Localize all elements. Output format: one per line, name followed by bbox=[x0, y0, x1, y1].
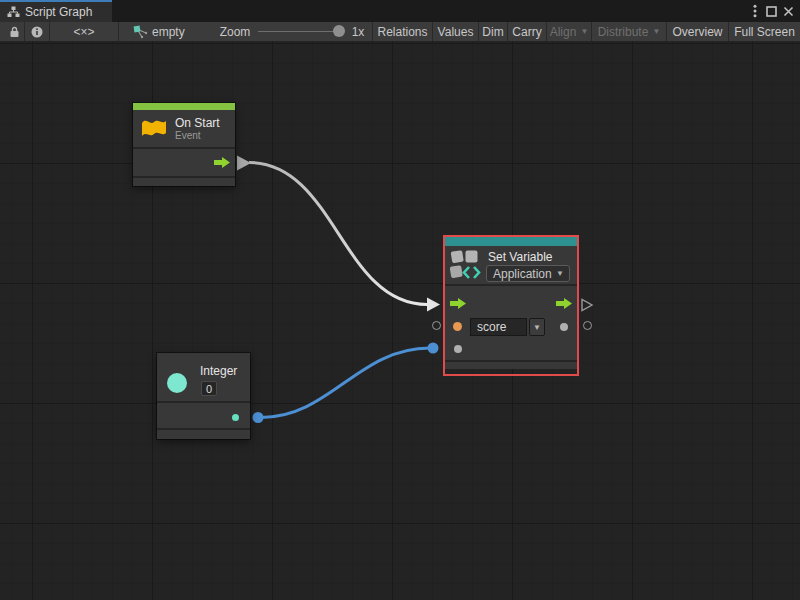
value-wire-start-dot bbox=[253, 412, 264, 423]
toolbar-button-relations[interactable]: Relations bbox=[372, 22, 432, 41]
zoom-slider-track[interactable] bbox=[258, 31, 342, 32]
node-set-variable[interactable]: Set Variable Application ▼ score ▼ bbox=[445, 237, 577, 369]
chevron-down-icon: ▼ bbox=[556, 269, 564, 278]
toolbar-button-label: Full Screen bbox=[734, 25, 795, 39]
tab-bar: Script Graph bbox=[0, 0, 800, 22]
node-footer bbox=[445, 360, 577, 369]
input-value-port[interactable] bbox=[454, 345, 462, 353]
kebab-menu-icon bbox=[753, 4, 757, 18]
variable-scope-dropdown[interactable]: Application ▼ bbox=[486, 265, 570, 282]
graph-icon bbox=[7, 6, 20, 18]
chevron-down-icon: ▼ bbox=[580, 27, 588, 36]
maximize-button[interactable] bbox=[763, 0, 780, 22]
flag-icon bbox=[141, 118, 167, 140]
toolbar-button-distribute[interactable]: Distribute▼ bbox=[591, 22, 666, 41]
code-icon: <×> bbox=[73, 25, 94, 39]
node-title: On Start bbox=[175, 116, 220, 130]
node-footer bbox=[133, 176, 235, 186]
variable-name-value: score bbox=[477, 320, 506, 334]
chevron-down-icon: ▼ bbox=[533, 323, 541, 332]
toolbar-button-dim[interactable]: Dim bbox=[478, 22, 507, 41]
toolbar-buttons: RelationsValuesDimCarryAlign▼Distribute▼… bbox=[372, 22, 800, 41]
value-input-connector[interactable] bbox=[432, 321, 441, 330]
zoom-label: Zoom bbox=[215, 22, 255, 41]
lock-icon bbox=[9, 26, 20, 38]
variable-scope-value: Application bbox=[493, 267, 552, 281]
graph-breadcrumb[interactable]: empty bbox=[152, 22, 192, 41]
variable-name-port[interactable] bbox=[453, 322, 462, 331]
toolbar-button-label: Carry bbox=[512, 25, 541, 39]
toolbar-button-label: Relations bbox=[377, 25, 427, 39]
variables-icon bbox=[449, 248, 483, 282]
integer-value-field[interactable]: 0 bbox=[201, 381, 217, 396]
value-wire[interactable] bbox=[261, 348, 430, 418]
graph-breadcrumb-icon bbox=[133, 25, 148, 39]
integer-output-port[interactable] bbox=[232, 414, 239, 421]
graph-breadcrumb-icon-wrap bbox=[132, 22, 148, 41]
toolbar-button-overview[interactable]: Overview bbox=[666, 22, 728, 41]
zoom-value: 1x bbox=[348, 22, 368, 41]
code-view-button[interactable]: <×> bbox=[50, 22, 118, 41]
info-button[interactable] bbox=[25, 22, 49, 41]
chevron-down-icon: ▼ bbox=[652, 27, 660, 36]
tab-script-graph[interactable]: Script Graph bbox=[0, 0, 112, 22]
zoom-slider-knob[interactable] bbox=[333, 25, 345, 37]
exec-wire-end-arrow bbox=[427, 298, 440, 312]
toolbar-button-label: Overview bbox=[672, 25, 722, 39]
node-subtitle: Event bbox=[175, 130, 220, 141]
exec-output-port[interactable] bbox=[556, 298, 572, 309]
close-button[interactable] bbox=[780, 0, 797, 22]
node-footer bbox=[157, 428, 250, 439]
toolbar-button-values[interactable]: Values bbox=[432, 22, 478, 41]
toolbar-button-label: Align bbox=[550, 25, 577, 39]
value-wire-end-dot bbox=[428, 343, 439, 354]
window-menu-button[interactable] bbox=[746, 0, 763, 22]
wires-layer bbox=[0, 41, 800, 600]
variable-name-dropdown-button[interactable]: ▼ bbox=[529, 318, 545, 336]
toolbar-button-label: Distribute bbox=[598, 25, 649, 39]
exec-output-port[interactable] bbox=[214, 157, 230, 168]
exec-wire-start-arrow bbox=[237, 156, 251, 171]
exec-wire[interactable] bbox=[249, 163, 427, 305]
node-title: Set Variable bbox=[488, 250, 552, 264]
lock-button[interactable] bbox=[4, 22, 24, 41]
value-output-connector[interactable] bbox=[583, 321, 592, 330]
close-icon bbox=[783, 6, 794, 17]
node-integer[interactable]: Integer 0 bbox=[157, 353, 250, 439]
info-icon bbox=[31, 26, 43, 38]
integer-value: 0 bbox=[206, 383, 212, 395]
set-variable-accent-strip bbox=[445, 237, 577, 246]
graph-toolbar: <×> empty Zoom 1x Relations Values Dim Carr… bbox=[0, 22, 800, 41]
integer-icon bbox=[167, 373, 187, 393]
node-set-variable-selection: Set Variable Application ▼ score ▼ bbox=[443, 235, 579, 376]
toolbar-button-align[interactable]: Align▼ bbox=[546, 22, 591, 41]
graph-canvas[interactable]: On Start Event Set Variable bbox=[0, 41, 800, 600]
toolbar-button-full-screen[interactable]: Full Screen bbox=[728, 22, 800, 41]
toolbar-button-label: Dim bbox=[482, 25, 503, 39]
variable-name-input[interactable]: score bbox=[470, 318, 527, 336]
node-title: Integer bbox=[200, 364, 237, 378]
toolbar-button-label: Values bbox=[438, 25, 474, 39]
on-start-accent-strip bbox=[133, 103, 235, 110]
exec-input-port[interactable] bbox=[450, 298, 466, 309]
tab-title: Script Graph bbox=[25, 5, 92, 19]
output-value-port[interactable] bbox=[560, 323, 568, 331]
exec-output-connector[interactable] bbox=[580, 298, 594, 312]
node-on-start[interactable]: On Start Event bbox=[133, 103, 235, 186]
maximize-icon bbox=[766, 6, 777, 17]
toolbar-button-carry[interactable]: Carry bbox=[507, 22, 546, 41]
